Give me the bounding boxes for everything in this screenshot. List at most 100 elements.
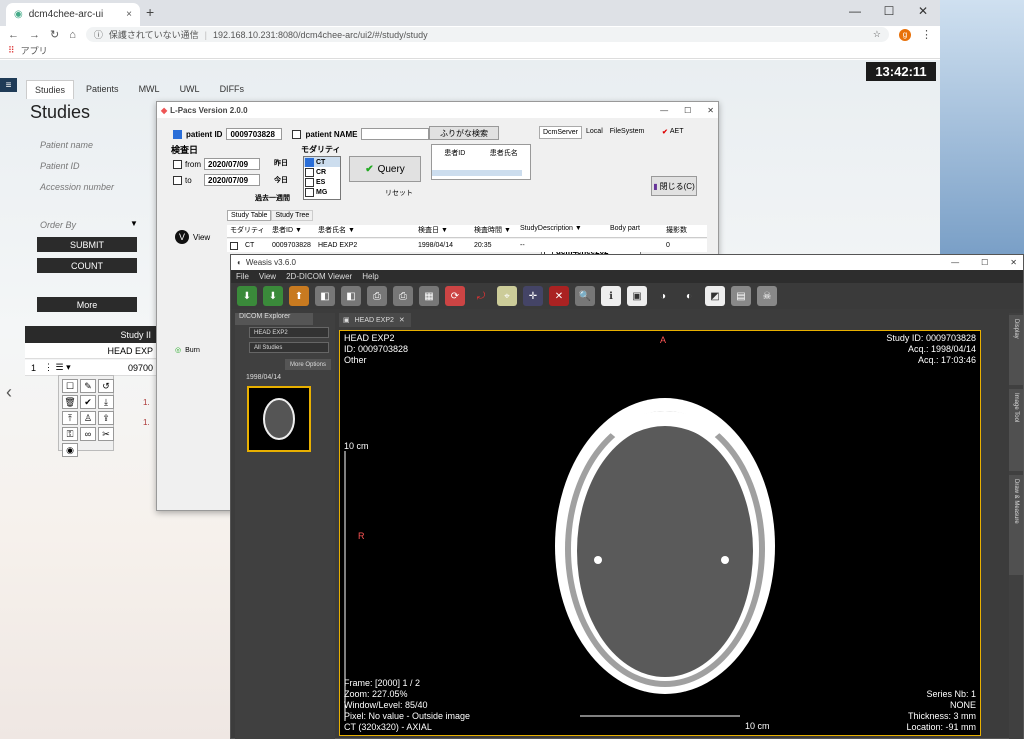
studies-select[interactable]: All Studies <box>249 342 329 353</box>
row-checkbox[interactable] <box>230 241 238 250</box>
download-icon[interactable]: ⤓ <box>98 395 114 409</box>
print2-icon[interactable]: ⎙ <box>393 286 413 306</box>
reset-button[interactable]: リセット <box>385 188 413 198</box>
patient-name-checkbox[interactable] <box>292 129 302 139</box>
info-icon[interactable]: ℹ <box>601 286 621 306</box>
hamburger-menu-icon[interactable]: ≡ <box>0 78 17 92</box>
edit-icon[interactable]: ✎ <box>80 379 96 393</box>
forward-icon[interactable]: → <box>29 29 40 41</box>
filter-icon[interactable]: ▤ <box>731 286 751 306</box>
modality-es[interactable]: ES <box>304 177 340 187</box>
tab-diffs[interactable]: DIFFs <box>212 80 253 99</box>
tab-study-tree[interactable]: Study Tree <box>271 210 314 221</box>
from-date-input[interactable]: 2020/07/09 <box>204 158 260 170</box>
modality-mg[interactable]: MG <box>304 187 340 197</box>
to-checkbox[interactable] <box>173 175 182 185</box>
col-patient-name[interactable]: 患者氏名 ▼ <box>315 225 415 237</box>
tab-close-icon[interactable]: × <box>126 9 132 20</box>
chevron-left-icon[interactable]: ‹ <box>6 382 12 403</box>
mini-scrollbar[interactable] <box>432 170 522 176</box>
order-by-arrow-icon[interactable]: ▼ <box>130 219 138 228</box>
col-exam-date[interactable]: 検査日 ▼ <box>415 225 471 237</box>
order-by-select[interactable]: Order By <box>40 220 76 230</box>
sub-row-2[interactable]: 1. <box>143 418 150 427</box>
tab-filesystem[interactable]: FileSystem <box>607 126 648 139</box>
reset-icon[interactable]: ✕ <box>549 286 569 306</box>
person-icon[interactable]: ♙ <box>80 411 96 425</box>
sync-icon[interactable]: ⟳ <box>445 286 465 306</box>
layout-icon[interactable]: ◧ <box>315 286 335 306</box>
patient-name-field[interactable]: Patient name <box>40 140 93 150</box>
display-panel-tab[interactable]: Display <box>1009 315 1023 385</box>
browser-tab[interactable]: ◉ dcm4chee-arc-ui × <box>6 3 140 26</box>
lpacs-maximize-button[interactable]: ☐ <box>684 106 691 115</box>
bookmark-apps[interactable]: アプリ <box>21 44 48 57</box>
modality-ct[interactable]: CT <box>304 157 340 167</box>
view-tab[interactable]: ▣ HEAD EXP2 ✕ <box>339 313 411 327</box>
accession-number-field[interactable]: Accession number <box>40 182 114 192</box>
layout2-icon[interactable]: ◧ <box>341 286 361 306</box>
menu-dots-icon[interactable]: ⋮ <box>921 28 932 41</box>
import-dicom-icon[interactable]: ⬇ <box>263 286 283 306</box>
check-icon[interactable]: ✔ <box>80 395 96 409</box>
more-options-button[interactable]: More Options <box>285 359 331 370</box>
from-checkbox[interactable] <box>173 159 182 169</box>
menu-view[interactable]: View <box>259 272 276 281</box>
view-icon[interactable]: ◉ <box>62 443 78 457</box>
url-input[interactable]: ⓘ 保護されていない通信 | 192.168.10.231:8080/dcm4c… <box>85 27 889 42</box>
tab-local[interactable]: Local <box>582 126 607 139</box>
minimize-button[interactable]: — <box>838 0 872 22</box>
print-icon[interactable]: ⎙ <box>367 286 387 306</box>
grid-layout-icon[interactable]: ▦ <box>419 286 439 306</box>
menu-help[interactable]: Help <box>362 272 378 281</box>
col-modality[interactable]: モダリティ <box>227 225 269 237</box>
close-lpacs-button[interactable]: ▮ 閉じる(C) <box>651 176 697 196</box>
select-icon[interactable]: ☐ <box>62 379 78 393</box>
aet-button[interactable]: ✔ AET <box>662 128 684 136</box>
maximize-button[interactable]: ☐ <box>872 0 906 22</box>
home-icon[interactable]: ⌂ <box>69 29 76 41</box>
tab-close-icon[interactable]: ✕ <box>399 316 405 324</box>
patient-name-input[interactable] <box>361 128 430 140</box>
col-study-desc[interactable]: StudyDescription ▼ <box>517 225 607 237</box>
profile-avatar[interactable]: g <box>899 28 911 41</box>
zoom-icon[interactable]: 🔍 <box>575 286 595 306</box>
import-icon[interactable]: ⬇ <box>237 286 257 306</box>
reload-icon[interactable]: ↻ <box>50 28 59 41</box>
close-button[interactable]: ✕ <box>906 0 940 22</box>
tag-icon[interactable]: ✂ <box>98 427 114 441</box>
rotate-icon[interactable]: ⤾ <box>471 286 491 306</box>
link-icon[interactable]: ∞ <box>80 427 96 441</box>
more-button[interactable]: More <box>37 297 137 312</box>
image-viewer[interactable]: HEAD EXP2 ID: 0009703828 Other Study ID: 0… <box>339 330 981 736</box>
tab-patients[interactable]: Patients <box>78 80 127 99</box>
invert-icon[interactable]: ◩ <box>705 286 725 306</box>
row-menu-icon[interactable]: ⋮ ☰ ▾ <box>44 362 71 373</box>
col-patient-id[interactable]: 患者ID ▼ <box>269 225 315 237</box>
tab-studies[interactable]: Studies <box>26 80 75 99</box>
col-image-count[interactable]: 撮影数 <box>663 225 703 237</box>
patient-select[interactable]: HEAD EXP2 <box>249 327 329 338</box>
weasis-close-button[interactable]: ✕ <box>1010 258 1017 267</box>
skeleton-icon[interactable]: ☠ <box>757 286 777 306</box>
tab-uwl[interactable]: UWL <box>172 80 208 99</box>
delete-icon[interactable]: 🗑 <box>62 395 78 409</box>
menu-file[interactable]: File <box>236 272 249 281</box>
apps-icon[interactable]: ⠿ <box>8 45 15 56</box>
sub-row-1[interactable]: 1. <box>143 398 150 407</box>
count-button[interactable]: COUNT <box>37 258 137 273</box>
key-icon[interactable]: ⚿ <box>62 427 78 441</box>
export-icon[interactable]: ⬆ <box>289 286 309 306</box>
new-tab-button[interactable]: + <box>146 4 154 20</box>
cine-icon[interactable]: ▣ <box>627 286 647 306</box>
table-row[interactable]: HEAD EXP <box>25 343 157 359</box>
patient-id-input[interactable]: 0009703828 <box>226 128 283 140</box>
contrast-icon[interactable]: ◑ <box>653 286 673 306</box>
patient-id-field[interactable]: Patient ID <box>40 161 80 171</box>
image-tool-panel-tab[interactable]: Image Tool <box>1009 389 1023 471</box>
history-icon[interactable]: ↺ <box>98 379 114 393</box>
today-button[interactable]: 今日 <box>274 175 288 185</box>
query-button[interactable]: ✔ Query <box>349 156 421 182</box>
lpacs-close-button[interactable]: ✕ <box>707 106 714 115</box>
upload-icon[interactable]: ⤒ <box>62 411 78 425</box>
